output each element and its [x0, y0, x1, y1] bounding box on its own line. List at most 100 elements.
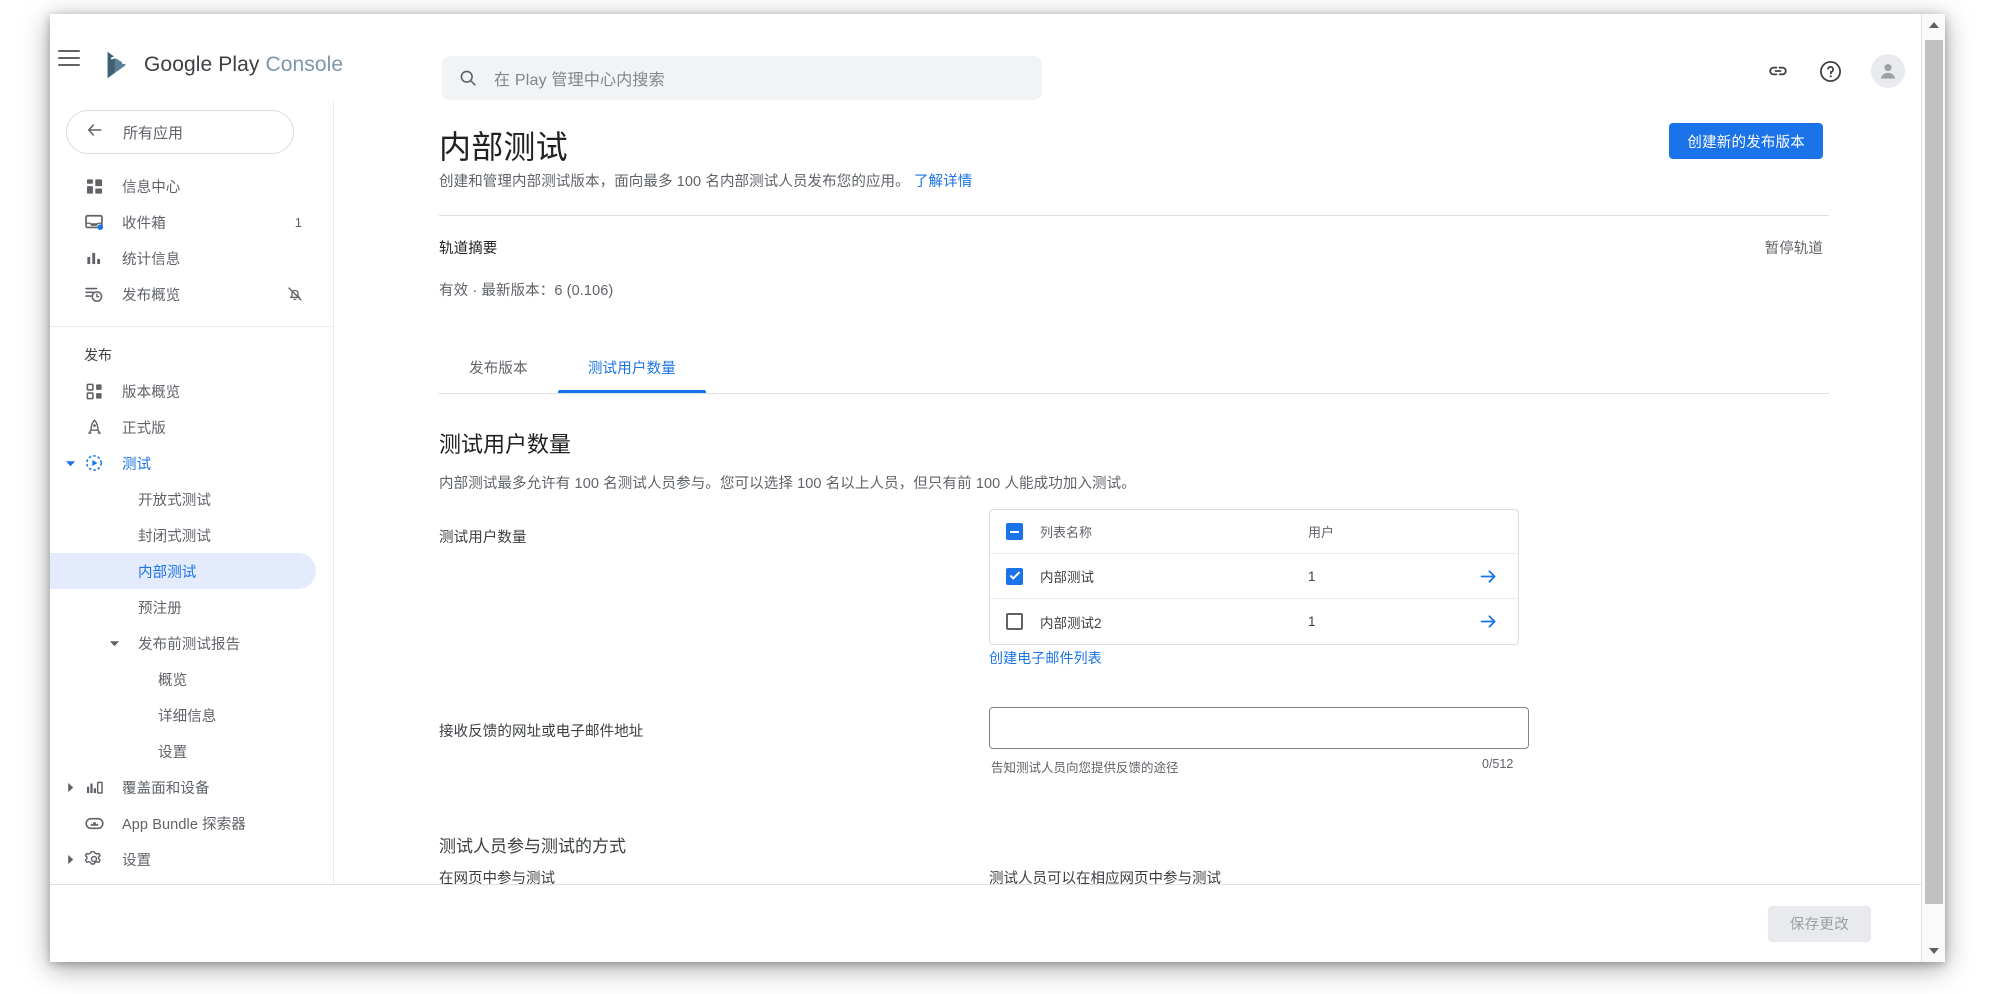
sidebar-item-pre-registration[interactable]: 预注册: [50, 589, 316, 625]
sidebar-item-label: 概览: [158, 672, 188, 689]
sidebar-item-statistics[interactable]: 统计信息: [50, 240, 316, 276]
row-checkbox[interactable]: [1006, 613, 1040, 630]
feedback-helper-text: 告知测试人员向您提供反馈的途径: [991, 761, 1179, 775]
search-input[interactable]: 在 Play 管理中心内搜索: [442, 56, 1042, 100]
hamburger-icon[interactable]: [58, 50, 80, 66]
search-placeholder: 在 Play 管理中心内搜索: [494, 72, 665, 89]
create-release-button[interactable]: 创建新的发布版本: [1669, 123, 1823, 159]
sidebar-item-label: 预注册: [138, 600, 182, 617]
learn-more-link[interactable]: 了解详情: [914, 174, 972, 190]
section-description: 内部测试最多允许有 100 名测试人员参与。您可以选择 100 名以上人员，但只…: [439, 476, 1136, 492]
sidebar-item-plr-overview[interactable]: 概览: [50, 661, 316, 697]
bell-off-icon[interactable]: [286, 285, 304, 303]
app-bundle-icon: [80, 813, 108, 834]
sidebar-item-label: 信息中心: [122, 179, 181, 196]
sidebar-item-label: 封闭式测试: [138, 528, 211, 545]
bar-chart-icon: [80, 249, 108, 268]
tab-releases[interactable]: 发布版本: [439, 342, 558, 393]
list-name-cell: 内部测试2: [1040, 615, 1102, 631]
sidebar-item-internal-testing[interactable]: 内部测试: [50, 553, 316, 589]
sidebar-item-production[interactable]: 正式版: [50, 409, 316, 445]
table-row[interactable]: 内部测试 1: [990, 554, 1518, 599]
section-heading-testers: 测试用户数量: [439, 432, 572, 457]
sidebar-item-testing[interactable]: 测试: [50, 445, 316, 481]
dashboard-icon: [80, 177, 108, 196]
arrow-left-icon: [85, 120, 105, 145]
browser-window: Google Play Console 在 Play 管理中心内搜索 所有应用 …: [50, 14, 1945, 962]
scroll-up-arrow-icon[interactable]: [1922, 14, 1945, 36]
sidebar-item-closed-testing[interactable]: 封闭式测试: [50, 517, 316, 553]
chevron-down-icon[interactable]: [62, 458, 78, 469]
google-play-logo-icon: [107, 51, 126, 79]
tab-testers[interactable]: 测试用户数量: [557, 342, 707, 393]
window-scrollbar-thumb[interactable]: [1925, 40, 1943, 904]
sidebar-item-label: 发布前测试报告: [138, 636, 241, 653]
create-email-list-link[interactable]: 创建电子邮件列表: [989, 648, 1102, 668]
chevron-right-icon[interactable]: [62, 782, 78, 793]
page-subtitle: 创建和管理内部测试版本，面向最多 100 名内部测试人员发布您的应用。 了解详情: [439, 170, 972, 191]
list-name-cell: 内部测试: [1040, 570, 1094, 585]
link-icon[interactable]: [1766, 59, 1790, 83]
production-rocket-icon: [80, 418, 108, 437]
sidebar-item-label: 测试: [122, 456, 152, 473]
save-changes-button[interactable]: 保存更改: [1767, 905, 1871, 942]
chevron-right-icon[interactable]: [62, 854, 78, 865]
arrow-right-icon[interactable]: [1458, 611, 1518, 632]
bottom-action-bar: 保存更改: [50, 884, 1921, 962]
sidebar-item-label: 版本概览: [122, 384, 181, 401]
track-status-text: 有效 · 最新版本：6 (0.106): [439, 283, 614, 299]
select-all-checkbox[interactable]: [1006, 523, 1040, 540]
sidebar-section-title: 发布: [84, 347, 112, 363]
sidebar-item-inbox[interactable]: 收件箱 1: [50, 204, 316, 240]
feedback-url-input[interactable]: [989, 707, 1529, 749]
page-subtitle-text: 创建和管理内部测试版本，面向最多 100 名内部测试人员发布您的应用。: [439, 174, 910, 190]
scroll-down-arrow-icon[interactable]: [1922, 940, 1945, 962]
arrow-right-icon[interactable]: [1458, 566, 1518, 587]
pause-track-button[interactable]: 暂停轨道: [1765, 237, 1823, 258]
sidebar-item-label: 收件箱: [122, 215, 166, 232]
sidebar-nav: 所有应用 信息中心 收件箱 1 统计信息 发布概览 发布 版本概览 正式版 测试…: [50, 102, 334, 962]
sidebar-item-settings[interactable]: 设置: [50, 841, 316, 877]
sidebar-group-primary: 信息中心 收件箱 1 统计信息 发布概览: [50, 154, 333, 312]
all-apps-button[interactable]: 所有应用: [66, 110, 294, 154]
topbar-actions: [1766, 54, 1905, 88]
inbox-icon: [80, 212, 108, 232]
reach-devices-icon: [80, 778, 108, 797]
sidebar-item-label: 正式版: [122, 420, 166, 437]
testers-field-label: 测试用户数量: [439, 530, 527, 546]
sidebar-item-label: App Bundle 探索器: [122, 816, 246, 833]
top-app-bar: Google Play Console 在 Play 管理中心内搜索: [50, 14, 1945, 102]
main-content: 内部测试 创建和管理内部测试版本，面向最多 100 名内部测试人员发布您的应用。…: [334, 102, 1926, 953]
table-row[interactable]: 内部测试2 1: [990, 599, 1518, 644]
brand-logo[interactable]: Google Play Console: [105, 50, 343, 80]
sidebar-item-label: 详细信息: [158, 708, 217, 725]
help-circle-icon[interactable]: [1818, 59, 1843, 84]
sidebar-item-app-bundle-explorer[interactable]: App Bundle 探索器: [50, 805, 316, 841]
sidebar-group-release: 版本概览 正式版 测试 开放式测试 封闭式测试 内部测试 预注册 发布前测试报告…: [50, 373, 333, 877]
sidebar-item-pre-launch-report[interactable]: 发布前测试报告: [50, 625, 316, 661]
sidebar-item-open-testing[interactable]: 开放式测试: [50, 481, 316, 517]
sidebar-item-dashboard[interactable]: 信息中心: [50, 168, 316, 204]
release-dashboard-icon: [80, 382, 108, 401]
chevron-down-icon[interactable]: [106, 638, 122, 649]
sidebar-item-label: 统计信息: [122, 251, 181, 268]
brand-google-play: Google Play: [144, 53, 260, 76]
feedback-field-label: 接收反馈的网址或电子邮件地址: [439, 724, 644, 740]
sidebar-item-reach-devices[interactable]: 覆盖面和设备: [50, 769, 316, 805]
sidebar-item-release-dashboard[interactable]: 版本概览: [50, 373, 316, 409]
tester-lists-table: 列表名称 用户 内部测试 1 内部测试2 1: [989, 509, 1519, 645]
brand-console: Console: [265, 53, 344, 76]
feedback-char-counter: 0/512: [1482, 757, 1514, 771]
sidebar-item-label: 设置: [122, 852, 152, 869]
column-header-list-name: 列表名称: [1040, 525, 1093, 540]
sidebar-item-release-overview[interactable]: 发布概览: [50, 276, 316, 312]
sidebar-item-plr-details[interactable]: 详细信息: [50, 697, 316, 733]
tab-bar: 发布版本 测试用户数量: [439, 342, 1829, 394]
window-scrollbar[interactable]: [1921, 14, 1945, 962]
row-checkbox[interactable]: [1006, 567, 1040, 585]
sidebar-item-label: 设置: [158, 744, 188, 761]
gear-icon: [80, 849, 108, 869]
column-header-users: 用户: [1308, 525, 1335, 540]
sidebar-item-plr-settings[interactable]: 设置: [50, 733, 316, 769]
account-avatar-icon[interactable]: [1871, 54, 1905, 88]
